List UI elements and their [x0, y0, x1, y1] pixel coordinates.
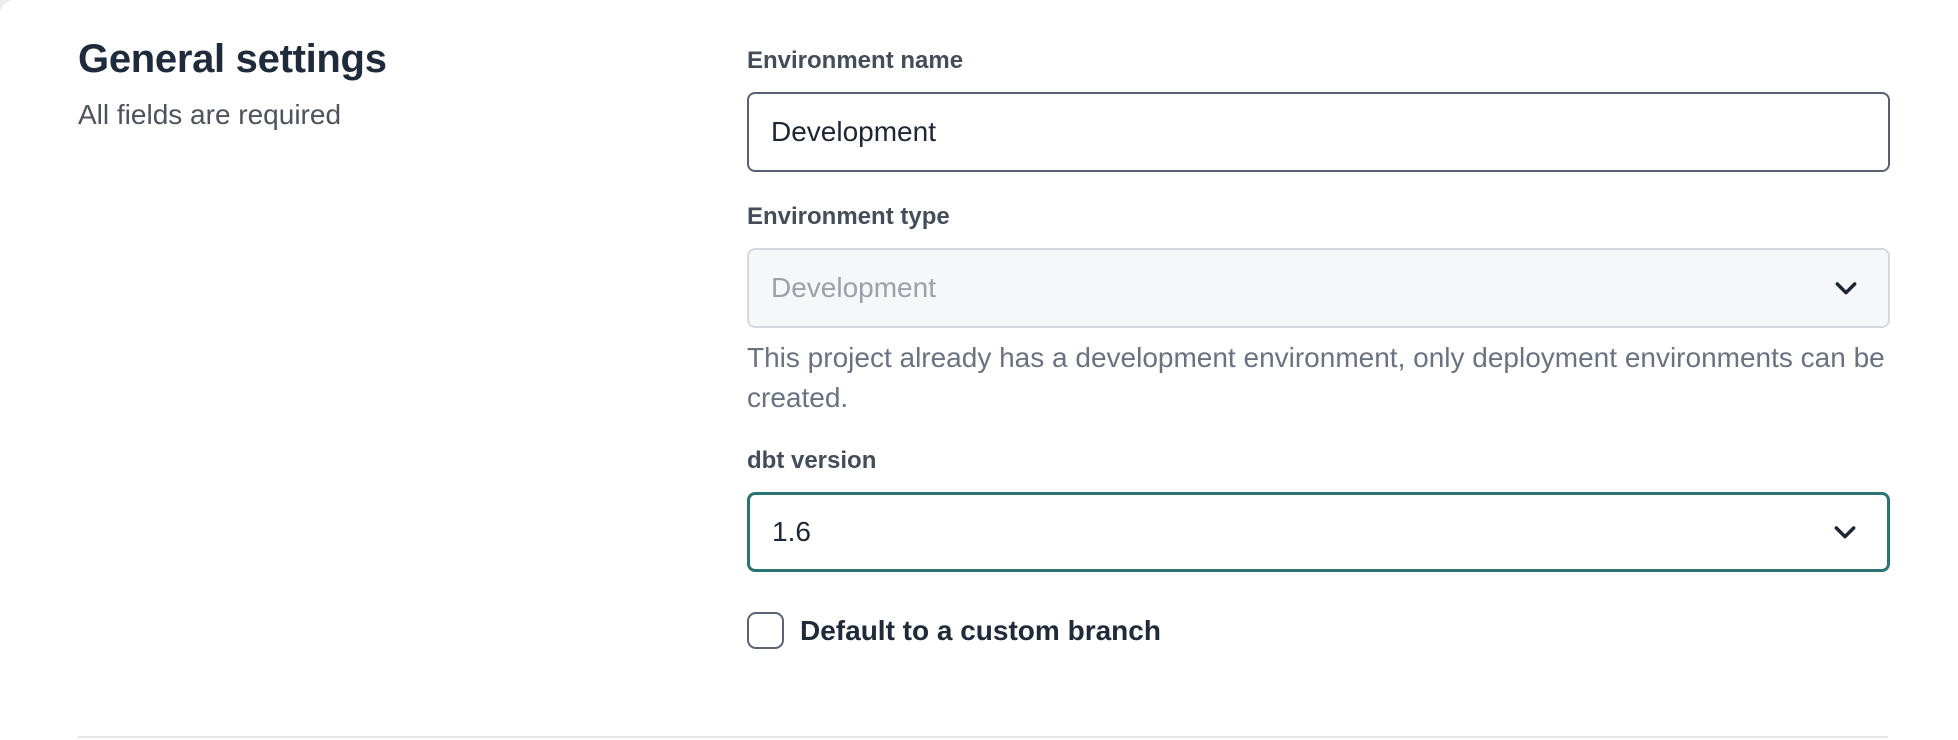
section-divider	[78, 736, 1888, 738]
chevron-down-icon	[1829, 516, 1861, 548]
custom-branch-checkbox[interactable]	[747, 612, 784, 649]
section-intro: General settings All fields are required	[78, 0, 747, 649]
dbt-version-label: dbt version	[747, 446, 1890, 476]
custom-branch-label[interactable]: Default to a custom branch	[800, 615, 1161, 647]
dbt-version-select[interactable]: 1.6	[747, 492, 1890, 572]
general-settings-card: General settings All fields are required…	[0, 0, 1958, 740]
environment-type-helper: This project already has a development e…	[747, 338, 1890, 418]
environment-name-input[interactable]	[747, 92, 1890, 172]
dbt-version-value: 1.6	[772, 516, 811, 548]
page-subtitle: All fields are required	[78, 98, 747, 132]
environment-type-select: Development	[747, 248, 1890, 328]
environment-name-label: Environment name	[747, 46, 1890, 76]
custom-branch-row: Default to a custom branch	[747, 612, 1890, 649]
chevron-down-icon	[1830, 272, 1862, 304]
environment-type-label: Environment type	[747, 202, 1890, 232]
environment-type-value: Development	[771, 272, 936, 304]
settings-content: General settings All fields are required…	[0, 0, 1958, 649]
settings-form: Environment name Environment type Develo…	[747, 0, 1890, 649]
page-title: General settings	[78, 34, 747, 84]
